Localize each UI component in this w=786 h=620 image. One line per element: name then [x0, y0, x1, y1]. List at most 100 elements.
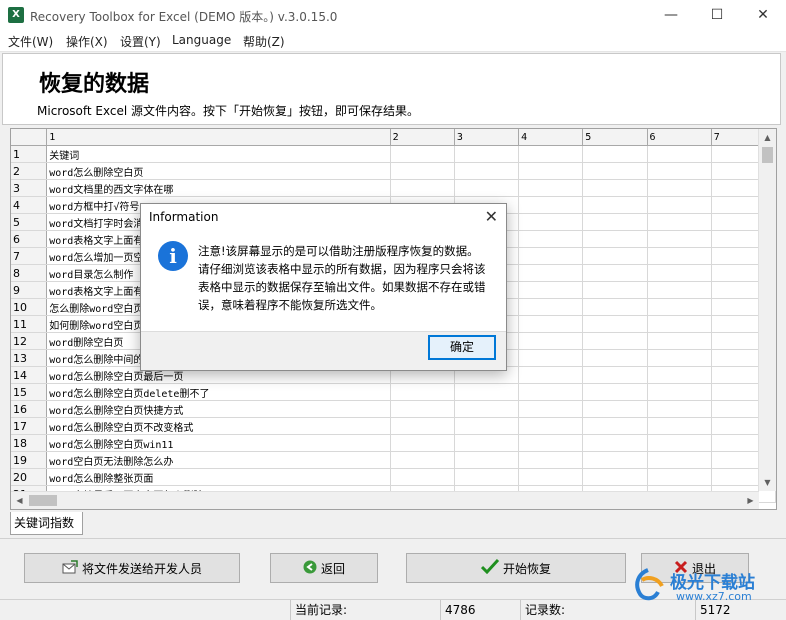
- grid-cell[interactable]: [582, 213, 648, 231]
- back-button[interactable]: 返回: [270, 553, 378, 583]
- scroll-up-icon[interactable]: ▲: [759, 129, 776, 146]
- grid-cell[interactable]: [647, 383, 712, 401]
- grid-cell[interactable]: [647, 230, 712, 248]
- grid-cell[interactable]: [518, 315, 584, 333]
- table-row[interactable]: 3 word文档里的西文字体在哪: [11, 179, 776, 197]
- table-row[interactable]: 19 word空白页无法删除怎么办: [11, 451, 776, 469]
- grid-cell[interactable]: [582, 298, 648, 316]
- horizontal-scrollbar[interactable]: ◀ ▶: [11, 491, 759, 509]
- grid-cell[interactable]: [647, 366, 712, 384]
- scroll-right-icon[interactable]: ▶: [742, 492, 759, 509]
- grid-cell[interactable]: [518, 434, 584, 452]
- grid-cell[interactable]: [518, 281, 584, 299]
- grid-cell[interactable]: [390, 145, 455, 163]
- row-number[interactable]: 12: [11, 332, 48, 350]
- menu-file[interactable]: 文件(W): [8, 33, 53, 50]
- dialog-close-icon[interactable]: ✕: [485, 207, 498, 226]
- grid-cell[interactable]: [454, 145, 520, 163]
- table-row[interactable]: 17 word怎么删除空白页不改变格式: [11, 417, 776, 435]
- row-number[interactable]: 14: [11, 366, 48, 384]
- grid-cell[interactable]: [454, 468, 520, 486]
- scroll-left-icon[interactable]: ◀: [11, 492, 28, 509]
- grid-cell[interactable]: [390, 179, 455, 197]
- grid-cell[interactable]: [518, 468, 584, 486]
- column-header[interactable]: 2: [390, 129, 455, 146]
- row-number[interactable]: 9: [11, 281, 48, 299]
- row-number[interactable]: 17: [11, 417, 48, 435]
- grid-cell[interactable]: [582, 281, 648, 299]
- grid-cell[interactable]: [647, 434, 712, 452]
- grid-cell[interactable]: [518, 264, 584, 282]
- grid-cell[interactable]: word怎么删除空白页win11: [46, 434, 391, 452]
- grid-cell[interactable]: word怎么删除空白页delete删不了: [46, 383, 391, 401]
- grid-cell[interactable]: [518, 417, 584, 435]
- row-number[interactable]: 11: [11, 315, 48, 333]
- column-header[interactable]: 1: [46, 129, 391, 146]
- grid-cell[interactable]: [390, 162, 455, 180]
- minimize-button[interactable]: —: [648, 0, 694, 31]
- grid-cell[interactable]: [582, 230, 648, 248]
- grid-cell[interactable]: [582, 383, 648, 401]
- grid-cell[interactable]: [518, 366, 584, 384]
- send-to-developer-button[interactable]: 将文件发送给开发人员: [24, 553, 240, 583]
- table-row[interactable]: 1 关键词: [11, 145, 776, 163]
- grid-cell[interactable]: word怎么删除空白页不改变格式: [46, 417, 391, 435]
- grid-cell[interactable]: [518, 145, 584, 163]
- grid-cell[interactable]: word怎么删除空白页快捷方式: [46, 400, 391, 418]
- grid-cell[interactable]: [390, 400, 455, 418]
- vertical-scroll-thumb[interactable]: [762, 147, 773, 163]
- grid-cell[interactable]: [582, 247, 648, 265]
- row-number[interactable]: 6: [11, 230, 48, 248]
- grid-cell[interactable]: [518, 162, 584, 180]
- grid-cell[interactable]: [582, 417, 648, 435]
- row-number[interactable]: 13: [11, 349, 48, 367]
- table-row[interactable]: 2 word怎么删除空白页: [11, 162, 776, 180]
- grid-cell[interactable]: [518, 247, 584, 265]
- row-number[interactable]: 18: [11, 434, 48, 452]
- grid-cell[interactable]: [647, 332, 712, 350]
- grid-cell[interactable]: [582, 349, 648, 367]
- row-number[interactable]: 3: [11, 179, 48, 197]
- menu-help[interactable]: 帮助(Z): [243, 33, 285, 50]
- grid-cell[interactable]: word空白页无法删除怎么办: [46, 451, 391, 469]
- grid-cell[interactable]: word文档里的西文字体在哪: [46, 179, 391, 197]
- grid-cell[interactable]: [582, 332, 648, 350]
- grid-cell[interactable]: [647, 349, 712, 367]
- grid-cell[interactable]: [518, 230, 584, 248]
- grid-cell[interactable]: [647, 179, 712, 197]
- grid-cell[interactable]: [582, 434, 648, 452]
- column-header[interactable]: 5: [582, 129, 648, 146]
- grid-cell[interactable]: [518, 349, 584, 367]
- grid-cell[interactable]: [518, 383, 584, 401]
- grid-cell[interactable]: [647, 400, 712, 418]
- grid-cell[interactable]: word怎么删除空白页: [46, 162, 391, 180]
- grid-cell[interactable]: [582, 264, 648, 282]
- grid-cell[interactable]: [647, 417, 712, 435]
- grid-cell[interactable]: [390, 383, 455, 401]
- grid-cell[interactable]: [647, 162, 712, 180]
- grid-cell[interactable]: [647, 213, 712, 231]
- table-row[interactable]: 16 word怎么删除空白页快捷方式: [11, 400, 776, 418]
- menu-language[interactable]: Language: [172, 33, 231, 47]
- grid-cell[interactable]: [647, 145, 712, 163]
- grid-cell[interactable]: [518, 179, 584, 197]
- row-number[interactable]: 20: [11, 468, 48, 486]
- row-number[interactable]: 16: [11, 400, 48, 418]
- maximize-button[interactable]: ☐: [694, 0, 740, 31]
- row-number[interactable]: 5: [11, 213, 48, 231]
- grid-cell[interactable]: [647, 315, 712, 333]
- grid-cell[interactable]: [518, 213, 584, 231]
- ok-button[interactable]: 确定: [428, 335, 496, 360]
- grid-cell[interactable]: [582, 145, 648, 163]
- vertical-scrollbar[interactable]: ▲ ▼: [758, 129, 776, 491]
- grid-cell[interactable]: [582, 179, 648, 197]
- grid-cell[interactable]: [454, 417, 520, 435]
- grid-cell[interactable]: [390, 417, 455, 435]
- column-header[interactable]: 4: [518, 129, 584, 146]
- horizontal-scroll-thumb[interactable]: [29, 495, 57, 506]
- grid-cell[interactable]: [454, 400, 520, 418]
- grid-cell[interactable]: [390, 434, 455, 452]
- table-row[interactable]: 15 word怎么删除空白页delete删不了: [11, 383, 776, 401]
- grid-cell[interactable]: [518, 451, 584, 469]
- grid-cell[interactable]: [518, 196, 584, 214]
